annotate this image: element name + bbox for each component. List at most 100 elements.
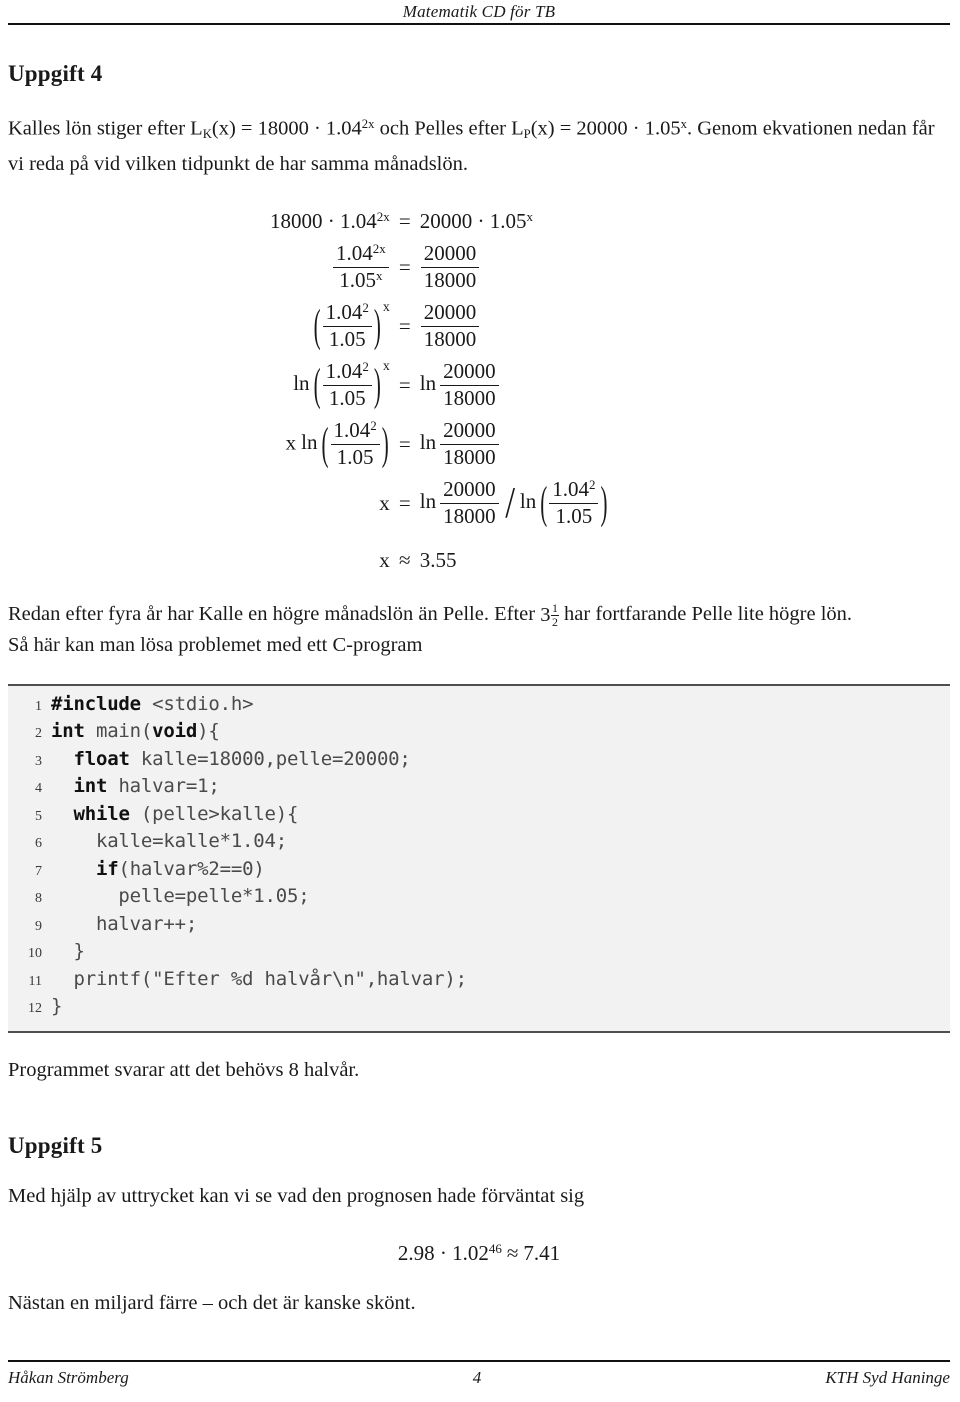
page-header: Matematik CD för TB bbox=[8, 0, 950, 25]
eq2-den-base: 1.05 bbox=[339, 268, 376, 293]
running-title: Matematik CD för TB bbox=[402, 2, 556, 21]
eq7-lhs: x bbox=[379, 547, 390, 572]
eq4-num-base: 1.04 bbox=[325, 358, 363, 383]
right-paren-icon: ) bbox=[373, 299, 381, 352]
right-paren-icon: ) bbox=[373, 358, 381, 411]
equation-row-5: x ln(1.042 1.05) = ln 20000 18000 bbox=[270, 415, 608, 474]
code-line: 6 kalle=kalle*1.04; bbox=[8, 829, 950, 857]
code-token: halvar++; bbox=[51, 912, 198, 935]
eq5-lhs-fraction: 1.042 1.05 bbox=[330, 417, 380, 470]
eq7-rhs: 3.55 bbox=[419, 547, 457, 572]
eq3-denominator: 1.05 bbox=[322, 325, 372, 352]
mixed-number-3-and-half: 312 bbox=[540, 600, 559, 630]
equation-row-3: (1.042 1.05) x = 20000 18000 bbox=[270, 297, 608, 356]
eq6-ln-operator-2: ln bbox=[519, 488, 537, 513]
eq5-paren-group: (1.042 1.05) bbox=[321, 417, 390, 470]
eq6-relation: = bbox=[398, 490, 411, 515]
code-line: 10 } bbox=[8, 939, 950, 967]
code-line-text: pelle=pelle*1.05; bbox=[51, 884, 309, 909]
footer-institution: KTH Syd Haninge bbox=[825, 1368, 950, 1387]
eq4-paren-group: (1.042 1.05) bbox=[313, 358, 382, 411]
eq4-ln-operator: ln bbox=[293, 371, 310, 396]
eq2-num-base: 1.04 bbox=[336, 241, 373, 266]
eq6-num2-exp: 2 bbox=[588, 476, 596, 492]
eq3-lhs: (1.042 1.05) x bbox=[270, 297, 390, 356]
code-token: printf("Efter %d halvår\n",halvar); bbox=[51, 967, 467, 990]
code-line: 11 printf("Efter %d halvår\n",halvar); bbox=[8, 967, 950, 995]
eq5-numerator: 1.042 bbox=[331, 417, 380, 444]
equation-row-2: 1.042x 1.05x = 20000 18000 bbox=[270, 238, 608, 297]
code-keyword: if bbox=[95, 857, 119, 880]
eq5-relation: = bbox=[398, 431, 411, 456]
eq3-rhs: 20000 18000 bbox=[420, 297, 609, 356]
code-line-number: 5 bbox=[35, 808, 42, 824]
eq6-numerator-2: 1.042 bbox=[549, 476, 598, 503]
left-paren-icon: ( bbox=[313, 299, 321, 352]
page-footer: Håkan Strömberg 4 KTH Syd Haninge bbox=[8, 1360, 950, 1388]
formula-value: 7.41 bbox=[523, 1240, 561, 1265]
eq4-numerator: 1.042 bbox=[323, 358, 372, 385]
code-line-text: kalle=kalle*1.04; bbox=[51, 829, 287, 854]
eq2-rhs-numerator: 20000 bbox=[423, 241, 477, 266]
right-paren-icon: ) bbox=[381, 417, 389, 469]
formula-relation: ≈ bbox=[506, 1240, 519, 1265]
eq6-fraction-2: 1.042 1.05 bbox=[549, 476, 599, 529]
eq2-lhs-numerator: 1.042x bbox=[333, 241, 389, 267]
code-token: <stdio.h> bbox=[140, 692, 254, 715]
code-line-text: while (pelle>kalle){ bbox=[51, 802, 298, 827]
mixed-whole: 3 bbox=[540, 603, 551, 626]
code-line-number: 9 bbox=[35, 918, 42, 934]
equation-block: 18000 · 1.042x = 20000 · 1.05x 1.042x 1.0… bbox=[8, 205, 950, 576]
paragraph-uppgift5-intro: Med hjälp av uttrycket kan vi se vad den… bbox=[8, 1184, 585, 1207]
heading-uppgift-4: Uppgift 4 bbox=[8, 61, 103, 86]
eq5-num-base: 1.04 bbox=[333, 417, 371, 442]
eq4-rhs: ln 20000 18000 bbox=[420, 356, 609, 415]
code-token: (pelle>kalle){ bbox=[129, 802, 299, 825]
code-line-text: float kalle=18000,pelle=20000; bbox=[51, 747, 410, 772]
eq3-rhs-numerator: 20000 bbox=[423, 300, 477, 325]
fraction-denominator: 2 bbox=[550, 614, 559, 629]
code-line-number: 12 bbox=[28, 1001, 42, 1017]
code-line-text: printf("Efter %d halvår\n",halvar); bbox=[51, 967, 467, 992]
eq4-rhs-fraction: 20000 18000 bbox=[440, 359, 499, 411]
eq2-rhs-denominator: 18000 bbox=[420, 267, 480, 293]
eq3-paren-group: (1.042 1.05) bbox=[313, 299, 382, 352]
eq2-rhs-fraction: 20000 18000 bbox=[420, 241, 480, 293]
equation-row-1: 18000 · 1.042x = 20000 · 1.05x bbox=[270, 205, 608, 238]
eq4-rhs-ln-operator: ln bbox=[419, 371, 437, 396]
eq2-rhs: 20000 18000 bbox=[420, 238, 609, 297]
code-line-text: halvar++; bbox=[51, 912, 197, 937]
heading-uppgift-5: Uppgift 5 bbox=[8, 1132, 103, 1158]
code-line-number: 8 bbox=[35, 891, 42, 907]
code-token: main( bbox=[84, 720, 153, 743]
uppgift5-formula: 2.98 · 1.0246 ≈7.41 bbox=[8, 1241, 950, 1266]
paragraph-after-equations: Redan efter fyra år har Kalle en högre m… bbox=[8, 599, 950, 660]
code-line-number: 10 bbox=[28, 946, 42, 962]
right-paren-icon: ) bbox=[600, 476, 608, 528]
code-token: kalle=kalle*1.04; bbox=[51, 830, 288, 853]
code-token: halvar=1; bbox=[107, 775, 220, 798]
code-line: 3 float kalle=18000,pelle=20000; bbox=[8, 747, 950, 775]
eq7-relation: ≈ bbox=[399, 547, 411, 572]
eq6-lhs: x bbox=[379, 490, 390, 515]
eq5-rhs-fraction: 20000 18000 bbox=[440, 417, 499, 470]
eq2-relation: = bbox=[398, 255, 411, 280]
code-token: } bbox=[51, 995, 63, 1018]
eq3-lhs-fraction: 1.042 1.05 bbox=[322, 300, 372, 352]
code-line: 8 pelle=pelle*1.05; bbox=[8, 884, 950, 912]
footer-row: Håkan Strömberg 4 KTH Syd Haninge bbox=[8, 1362, 950, 1388]
code-line-number: 6 bbox=[35, 836, 42, 852]
code-token: } bbox=[51, 940, 85, 963]
eq1-lhs: 18000 · 1.042x bbox=[270, 205, 390, 238]
fraction-numerator: 1 bbox=[551, 601, 558, 616]
code-line-number: 1 bbox=[35, 698, 42, 714]
eq5-rhs-numerator: 20000 bbox=[443, 417, 496, 442]
eq3-num-base: 1.04 bbox=[325, 300, 363, 325]
after-text-line1a: Redan efter fyra år har Kalle en högre m… bbox=[8, 602, 541, 625]
intro-text-part2: (x) = 18000 · 1.04 bbox=[211, 117, 362, 140]
subscript-p: P bbox=[523, 127, 531, 142]
footer-page-number: 4 bbox=[472, 1368, 482, 1387]
